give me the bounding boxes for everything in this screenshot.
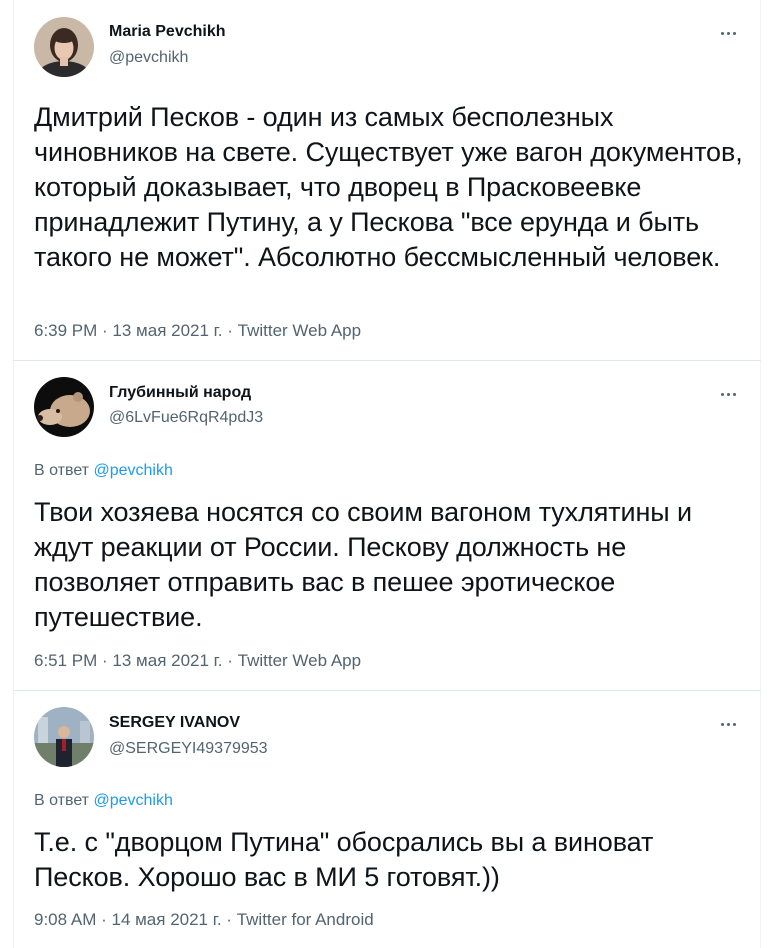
meta-separator: ·	[97, 651, 113, 670]
meta-separator: ·	[97, 321, 113, 340]
tweet-meta: 6:51 PM · 13 мая 2021 г. · Twitter Web A…	[34, 651, 361, 671]
more-options-icon[interactable]	[717, 28, 739, 38]
more-options-icon[interactable]	[717, 389, 739, 399]
tweet-2[interactable]: Глубинный народ @6LvFue6RqR4pdJ3 В ответ…	[13, 361, 761, 690]
author-name[interactable]: Глубинный народ	[109, 384, 251, 402]
reply-handle-link[interactable]: @pevchikh	[93, 792, 172, 809]
reply-context: В ответ @pevchikh	[34, 462, 173, 480]
tweet-text: Твои хозяева носятся со своим вагоном ту…	[34, 497, 692, 632]
author-avatar[interactable]	[34, 377, 94, 437]
reply-prefix: В ответ	[34, 792, 90, 809]
tweet-time[interactable]: 9:08 AM	[34, 910, 96, 929]
meta-separator: ·	[222, 651, 238, 670]
tweet-time[interactable]: 6:51 PM	[34, 651, 97, 670]
reply-context: В ответ @pevchikh	[34, 792, 173, 810]
tweet-date[interactable]: 13 мая 2021 г.	[112, 321, 222, 340]
author-name[interactable]: SERGEY IVANOV	[109, 714, 240, 732]
author-handle[interactable]: @pevchikh	[109, 49, 188, 67]
tweet-date[interactable]: 14 мая 2021 г.	[111, 910, 221, 929]
tweet-source[interactable]: Twitter Web App	[238, 321, 361, 340]
tweet-date[interactable]: 13 мая 2021 г.	[112, 651, 222, 670]
author-handle[interactable]: @SERGEYI49379953	[109, 740, 268, 758]
author-avatar[interactable]	[34, 707, 94, 767]
reply-handle-link[interactable]: @pevchikh	[93, 462, 172, 479]
more-options-icon[interactable]	[717, 719, 739, 729]
author-handle[interactable]: @6LvFue6RqR4pdJ3	[109, 409, 263, 427]
tweet-3[interactable]: SERGEY IVANOV @SERGEYI49379953 В ответ @…	[13, 691, 761, 948]
tweet-text: Дмитрий Песков - один из самых бесполезн…	[34, 102, 743, 272]
tweet-meta: 9:08 AM · 14 мая 2021 г. · Twitter for A…	[34, 910, 374, 930]
tweet-source[interactable]: Twitter for Android	[237, 910, 374, 929]
tweet-source[interactable]: Twitter Web App	[238, 651, 361, 670]
author-name[interactable]: Maria Pevchikh	[109, 23, 226, 41]
meta-separator: ·	[221, 910, 237, 929]
meta-separator: ·	[96, 910, 112, 929]
author-avatar[interactable]	[34, 17, 94, 77]
tweet-1[interactable]: Maria Pevchikh @pevchikh Дмитрий Песков …	[13, 0, 761, 360]
tweet-time[interactable]: 6:39 PM	[34, 321, 97, 340]
meta-separator: ·	[222, 321, 238, 340]
tweet-meta: 6:39 PM · 13 мая 2021 г. · Twitter Web A…	[34, 321, 361, 341]
tweet-text: Т.е. с "дворцом Путина" обосрались вы а …	[34, 827, 654, 892]
reply-prefix: В ответ	[34, 462, 90, 479]
